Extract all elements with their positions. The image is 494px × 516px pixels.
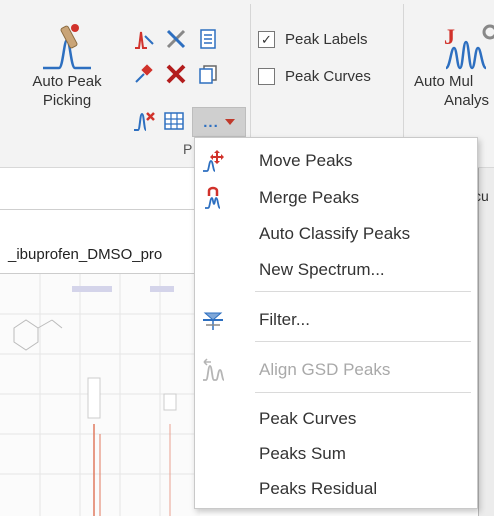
menu-separator — [255, 341, 471, 342]
auto-multiplet-analysis-button[interactable]: J Auto Mul Analys — [414, 22, 494, 110]
menu-item-peak-curves[interactable]: Peak Curves — [195, 404, 477, 434]
peak-labels-label: Peak Labels — [285, 31, 368, 48]
menu-item-label: Align GSD Peaks — [259, 360, 391, 379]
copy-icon[interactable] — [196, 62, 220, 86]
remove-peak-icon[interactable] — [164, 62, 188, 86]
menu-item-merge-peaks[interactable]: Merge Peaks — [195, 183, 477, 213]
merge-peaks-icon — [201, 186, 225, 210]
menu-separator — [255, 392, 471, 393]
auto-multiplet-label-2: Analys — [444, 92, 490, 109]
peak-curves-label: Peak Curves — [285, 68, 371, 85]
peak-picking-icon — [39, 22, 95, 72]
right-panel-edge — [478, 168, 494, 516]
pin-peak-icon[interactable] — [132, 62, 156, 86]
group-separator — [250, 4, 251, 156]
peak-labels-checkbox-row[interactable]: ✓ Peak Labels — [258, 31, 368, 48]
auto-peak-picking-label-2: Picking — [42, 92, 92, 109]
peak-curves-checkbox-row[interactable]: Peak Curves — [258, 68, 371, 85]
delete-peak-icon[interactable] — [132, 109, 156, 133]
peak-curves-checkbox[interactable] — [258, 68, 275, 85]
menu-item-peaks-sum[interactable]: Peaks Sum — [195, 439, 477, 469]
align-gsd-peaks-icon — [201, 358, 225, 382]
chevron-down-icon — [224, 119, 235, 125]
group-separator — [403, 4, 404, 156]
menu-item-filter[interactable]: Filter... — [195, 305, 477, 335]
menu-item-label: Peaks Residual — [259, 479, 378, 498]
menu-item-move-peaks[interactable]: Move Peaks — [195, 146, 477, 176]
document-tab[interactable]: _ibuprofen_DMSO_pro — [0, 240, 200, 274]
filter-icon — [201, 308, 225, 332]
menu-item-auto-classify-peaks[interactable]: Auto Classify Peaks — [195, 219, 477, 249]
menu-item-label: Peaks Sum — [259, 444, 346, 463]
document-tab-title: _ibuprofen_DMSO_pro — [8, 246, 163, 263]
svg-text:J: J — [444, 24, 455, 49]
menu-item-label: Auto Classify Peaks — [259, 224, 411, 243]
document-list-icon[interactable] — [196, 27, 220, 51]
auto-multiplet-label-1: Auto Mul — [414, 73, 474, 90]
peak-edit-tool-icon[interactable] — [132, 27, 156, 51]
auto-multiplet-icon: J — [442, 22, 494, 72]
menu-item-label: Filter... — [259, 310, 311, 329]
menu-item-label: Merge Peaks — [259, 188, 360, 207]
more-dots-label: ... — [203, 113, 219, 131]
menu-item-align-gsd-peaks: Align GSD Peaks — [195, 355, 477, 385]
auto-peak-picking-button[interactable]: Auto Peak Picking — [22, 22, 112, 110]
auto-peak-picking-label-1: Auto Peak — [32, 73, 102, 90]
table-icon[interactable] — [162, 109, 186, 133]
menu-separator — [255, 291, 471, 292]
menu-item-new-spectrum[interactable]: New Spectrum... — [195, 255, 477, 285]
menu-item-label: New Spectrum... — [259, 260, 385, 279]
peak-labels-checkbox[interactable]: ✓ — [258, 31, 275, 48]
more-dropdown-button[interactable]: ... — [192, 107, 246, 137]
more-dropdown-menu: Move Peaks Merge Peaks Auto Classify Pea… — [194, 137, 478, 509]
menu-item-label: Move Peaks — [259, 151, 353, 170]
menu-item-peaks-residual[interactable]: Peaks Residual — [195, 474, 477, 504]
group-label: P — [183, 141, 193, 157]
tools-icon[interactable] — [164, 27, 188, 51]
move-peaks-icon — [201, 149, 225, 173]
menu-item-label: Peak Curves — [259, 409, 357, 428]
spectrum-document-area[interactable] — [0, 274, 200, 516]
